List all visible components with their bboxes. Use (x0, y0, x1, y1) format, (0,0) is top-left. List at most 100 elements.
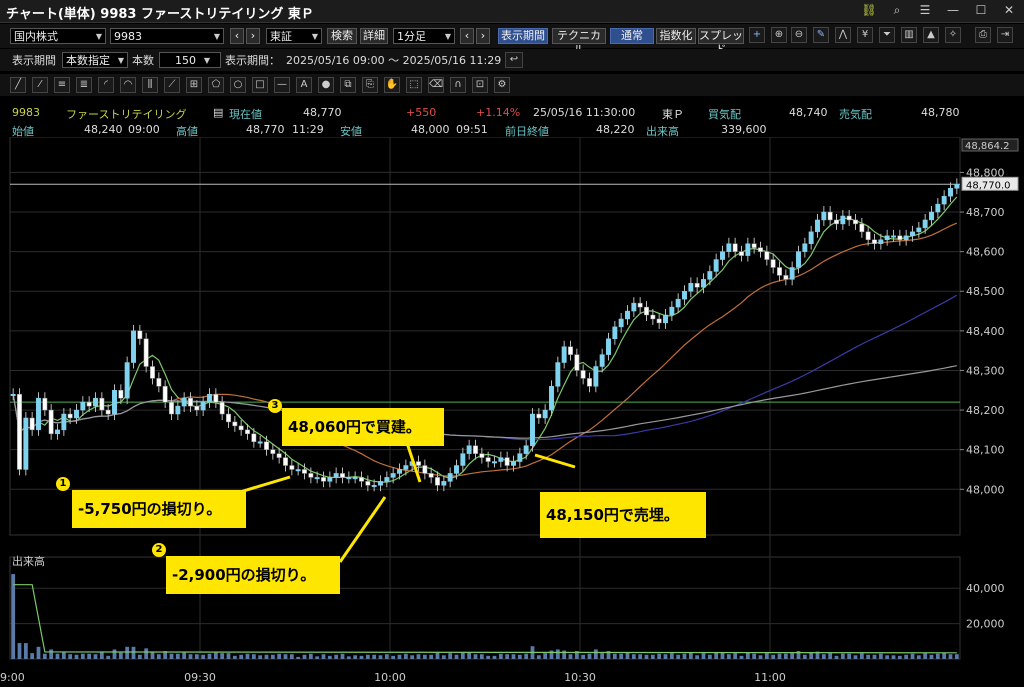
candle-body (314, 477, 320, 480)
candle-body (10, 393, 16, 396)
candle-body (371, 485, 377, 488)
candle-body (840, 215, 846, 225)
index-button[interactable]: 指数化 (656, 28, 696, 44)
vlines-tool-icon[interactable]: ⫼ (142, 77, 158, 93)
candle-body (625, 310, 630, 320)
list-icon[interactable]: ▤ (213, 106, 223, 119)
search-button[interactable]: 検索 (327, 28, 357, 44)
select-tool-icon[interactable]: ⬚ (406, 77, 422, 93)
normal-button[interactable]: 通常 (610, 28, 654, 44)
volume-bar (270, 654, 275, 659)
next-interval-button[interactable]: › (476, 28, 490, 44)
circle-tool-icon[interactable]: ○ (230, 77, 246, 93)
trend-icon[interactable]: ⋀ (835, 27, 851, 43)
filter-icon[interactable]: ⏷ (879, 27, 895, 43)
prev-interval-button[interactable]: ‹ (460, 28, 474, 44)
hand-tool-icon[interactable]: ✋ (384, 77, 400, 93)
menu-icon[interactable]: ☰ (916, 2, 934, 18)
callout-pointer (534, 453, 576, 469)
fan-tool-icon[interactable]: ◠ (120, 77, 136, 93)
minimize-icon[interactable]: — (944, 2, 962, 18)
detail-button[interactable]: 詳細 (360, 28, 388, 44)
prev-code-button[interactable]: ‹ (230, 28, 244, 44)
lock-tool-icon[interactable]: ⊡ (472, 77, 488, 93)
pentagon-tool-icon[interactable]: ⬠ (208, 77, 224, 93)
candle-body (302, 469, 307, 474)
text-tool-icon[interactable]: A (296, 77, 312, 93)
price-chart[interactable]: 48,000 48,100 48,200 48,300 48,400 48,500 48,6… (0, 137, 1024, 687)
candle-body (903, 235, 909, 241)
display-period-button[interactable]: 表示期間 (498, 28, 548, 44)
hline-tool-icon[interactable]: — (274, 77, 290, 93)
volume-bar (834, 655, 839, 659)
link-icon[interactable]: ⛓ (860, 2, 878, 18)
candle-body (922, 219, 928, 229)
count-input-value: 150 (175, 54, 196, 67)
erase-tool-icon[interactable]: ⌫ (428, 77, 444, 93)
gann-tool-icon[interactable]: ⟋ (164, 77, 180, 93)
magnet-tool-icon[interactable]: ∩ (450, 77, 466, 93)
quote-market: 東Ｐ (662, 108, 684, 121)
hlines-tool-icon[interactable]: ≡ (54, 77, 70, 93)
volume-bar (321, 654, 326, 659)
volume-bar (954, 654, 959, 659)
zoom-in-icon[interactable]: ⊕ (771, 27, 787, 43)
interval-select[interactable]: 1分足 ▼ (393, 28, 455, 44)
candle-body (365, 481, 371, 486)
candle-body (751, 243, 757, 248)
candle-body (707, 271, 713, 280)
volume-bar (638, 654, 643, 659)
candle-body (675, 298, 681, 308)
exchange-select[interactable]: 東証 ▼ (266, 28, 322, 44)
bid-label: 買気配 (708, 108, 741, 121)
channel-tool-icon[interactable]: ≣ (76, 77, 92, 93)
ray-tool-icon[interactable]: ⁄ (32, 77, 48, 93)
line-tool-icon[interactable]: ╱ (10, 77, 26, 93)
copy-tool-icon[interactable]: ⧉ (340, 77, 356, 93)
volume-bar (752, 653, 757, 659)
candle-body (384, 477, 390, 482)
candle-body (74, 409, 79, 419)
next-code-button[interactable]: › (246, 28, 260, 44)
ask-value: 48,780 (921, 106, 960, 119)
candle-body (530, 413, 535, 446)
return-icon[interactable]: ↩ (505, 52, 523, 68)
arc-tool-icon[interactable]: ◜ (98, 77, 114, 93)
paste-tool-icon[interactable]: ⎘ (362, 77, 378, 93)
volume-bar (536, 655, 541, 659)
volume-bar (207, 653, 212, 659)
count-input[interactable]: 150 ▼ (159, 52, 221, 68)
code-input[interactable]: 9983 ▼ (110, 28, 224, 44)
open-value: 48,240 (84, 123, 123, 136)
callout-1: -5,750円の損切り。 (72, 490, 246, 528)
zoom-out-icon[interactable]: ⊖ (791, 27, 807, 43)
area-icon[interactable]: ▲ (923, 27, 939, 43)
current-price-tag-label: 48,770.0 (966, 180, 1011, 191)
volume-bar (897, 655, 902, 659)
add-icon[interactable]: + (749, 27, 765, 43)
spread-button[interactable]: スプレッド (698, 28, 744, 56)
bars-icon[interactable]: ▥ (901, 27, 917, 43)
print-icon[interactable]: ⎙ (975, 27, 991, 43)
close-icon[interactable]: ✕ (1000, 2, 1018, 18)
callout-1-badge: 1 (56, 477, 70, 491)
volume-bar (657, 653, 662, 659)
yen-icon[interactable]: ¥ (857, 27, 873, 43)
search-icon[interactable]: ⌕ (888, 2, 906, 18)
period-mode-select[interactable]: 本数指定 ▼ (62, 52, 128, 68)
quote-info-row1: 9983 ファーストリテイリング ▤ 現在値 48,770 +550 +1.14… (0, 103, 1024, 123)
icon-tool-icon[interactable]: ● (318, 77, 334, 93)
candle-body (650, 314, 656, 320)
settings-tool-icon[interactable]: ⚙ (494, 77, 510, 93)
technical-button[interactable]: テクニカル (552, 28, 606, 56)
pen-icon[interactable]: ✎ (813, 27, 829, 43)
candle-body (454, 465, 459, 474)
wrench-icon[interactable]: ✧ (945, 27, 961, 43)
maximize-icon[interactable]: ☐ (972, 2, 990, 18)
grid-tool-icon[interactable]: ⊞ (186, 77, 202, 93)
export-icon[interactable]: ⇥ (997, 27, 1013, 43)
volume-tick-label: 40,000 (966, 582, 1005, 595)
market-select[interactable]: 国内株式 ▼ (10, 28, 106, 44)
rectangle-tool-icon[interactable]: □ (252, 77, 268, 93)
low-time: 09:51 (456, 123, 488, 136)
